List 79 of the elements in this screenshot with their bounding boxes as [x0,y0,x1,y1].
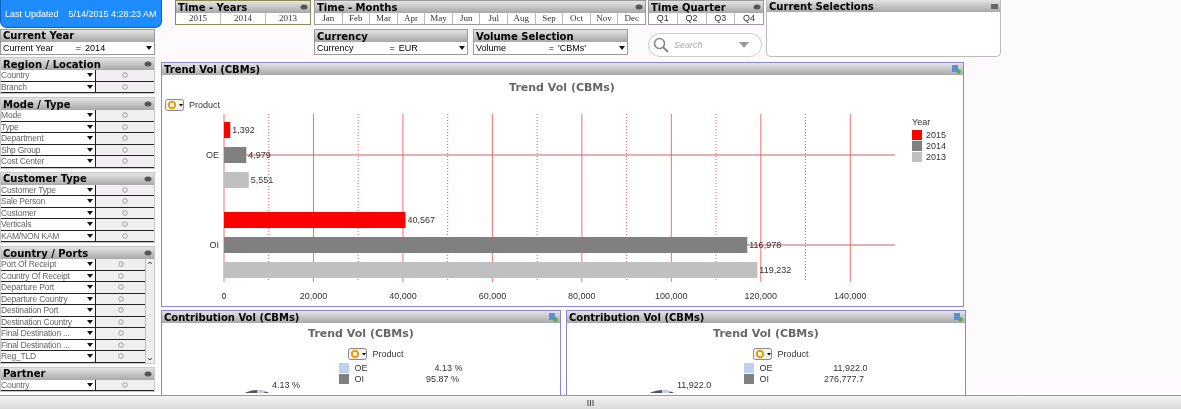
axis-label: 20,000 [299,291,328,301]
pie-label: 4.13 % [272,380,301,390]
filter-field[interactable]: Customer [1,207,96,218]
data-label: 4,979 [248,150,271,160]
legend-label: 2014 [926,141,947,151]
panel-title: Currency [317,30,368,42]
panel-title: Partner [3,368,46,379]
axis-label: 100,000 [655,291,688,301]
panel-title: Mode / Type [3,98,71,110]
axis-label: 80,000 [568,291,596,301]
filter-field[interactable]: Country Of Receipt [1,270,96,281]
panel-title: Current Selections [769,0,874,12]
panel-title: Customer Type [3,173,87,184]
filter-field[interactable]: Branch [1,81,96,92]
filter-field[interactable]: Reg_TLD [1,351,96,362]
chart-title: Trend Vol (CBMs) [308,327,414,340]
panel-title: Region / Location [3,58,101,70]
dimension-label: Product [777,349,809,359]
legend-value: 11,922.0 [832,362,868,373]
filter-field[interactable]: Country [1,379,96,390]
chart-title: Trend Vol (CBMs) [713,327,819,340]
select-field[interactable]: Currency = EUR [315,42,467,54]
filter-field[interactable]: KAM/NON KAM [1,230,96,241]
axis-label: 140,000 [834,291,867,301]
filter-field[interactable]: Customer Type [1,184,96,195]
axis-label: 120,000 [744,291,778,301]
legend-label: OE [759,362,773,373]
data-label: 5,551 [250,175,274,185]
last-updated-button[interactable]: Last Updated 5/14/2015 4:28:23 AM [0,0,162,28]
panel-title: Time - Months [317,1,398,13]
data-label: 116,978 [749,240,782,250]
filter-field[interactable]: Type [1,121,96,132]
dimension-label: Product [372,349,404,359]
dimension-label: Product [189,100,221,110]
search-input[interactable]: Search [672,39,736,51]
panel-title: Contribution Vol (CBMs) [164,311,300,323]
legend-value: 276,777.7 [822,373,864,384]
legend-label: OI [354,373,364,384]
filter-field[interactable]: Destination Port [1,305,96,316]
data-label: 1,392 [232,125,255,135]
filter-field[interactable]: Shp Group [1,144,96,155]
axis-label: 60,000 [478,291,507,301]
panel-title: Country / Ports [3,247,89,259]
filter-field[interactable]: Departure Country [1,293,96,304]
axis-label: 40,000 [389,291,417,301]
filter-field[interactable]: Department [1,133,96,144]
filter-field[interactable]: Country [1,70,96,81]
filter-field[interactable]: Departure Port [1,282,96,293]
filter-field[interactable]: Destination Country [1,316,96,327]
legend-value: 4.13 % [433,362,463,373]
axis-label: 0 [221,291,227,301]
legend-label: 2015 [926,130,947,140]
data-label: 40,567 [407,215,435,225]
panel-title: Volume Selection [476,30,574,42]
panel-title: Trend Vol (CBMs) [164,63,261,75]
legend-value: 95.87 % [424,373,459,384]
filter-field[interactable]: Cost Center [1,156,96,167]
panel-title: Contribution Vol (CBMs) [569,311,705,323]
legend-title: Year [912,117,931,127]
category-label: OI [209,240,219,250]
search-field[interactable]: Search [648,33,762,57]
filter-field[interactable]: Mode [1,110,96,121]
panel-title: Current Year [3,30,75,42]
panel-title: Time Quarter [651,1,726,13]
legend-label: OI [759,373,769,384]
category-label: OE [206,150,219,160]
chart-title: Trend Vol (CBMs) [509,81,615,94]
select-field[interactable]: Current Year = 2014 [1,41,154,54]
select-field[interactable]: Volume = 'CBMs' [474,42,627,54]
filter-field[interactable]: Sale Person [1,196,96,207]
legend-label: OE [354,362,368,373]
legend-label: 2013 [926,152,947,162]
filter-field[interactable]: Final Destination ... [1,339,96,350]
data-label: 119,232 [759,265,792,275]
filter-field[interactable]: Final Destination ... [1,328,96,339]
filter-field[interactable]: Verticals [1,219,96,230]
panel-title: Time - Years [178,1,248,13]
pie-label: 11,922.0 [677,380,712,390]
filter-field[interactable]: Port Of Receipt [1,259,96,270]
